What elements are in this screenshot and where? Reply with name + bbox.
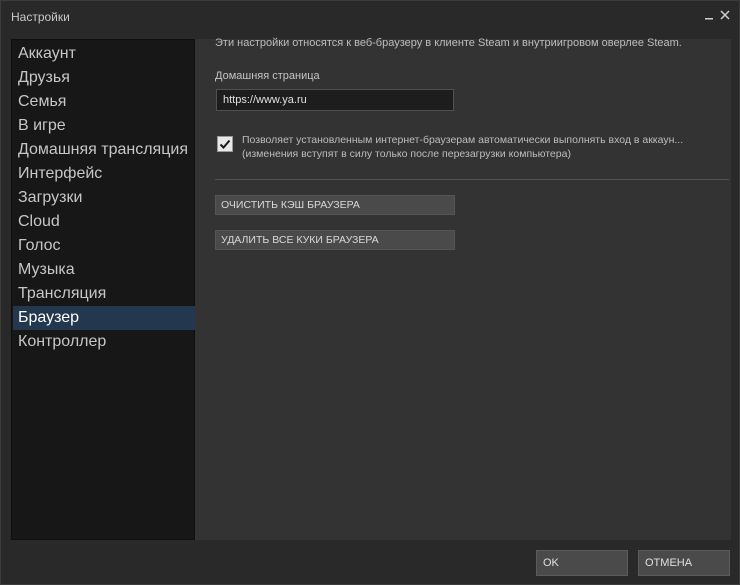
sidebar-item-downloads[interactable]: Загрузки: [13, 186, 195, 210]
panel-description: Эти настройки относятся к веб-браузеру в…: [215, 37, 682, 49]
homepage-input[interactable]: [216, 89, 454, 111]
window-title: Настройки: [11, 10, 70, 24]
browser-settings-panel: Эти настройки относятся к веб-браузеру в…: [195, 37, 731, 540]
sidebar-item-interface[interactable]: Интерфейс: [13, 162, 195, 186]
autologin-line1: Позволяет установленным интернет-браузер…: [242, 134, 684, 146]
homepage-label: Домашняя страница: [215, 70, 320, 82]
title-bar[interactable]: Настройки: [1, 1, 739, 33]
close-icon[interactable]: [717, 7, 733, 25]
section-divider: [215, 179, 729, 180]
autologin-text: Позволяет установленным интернет-браузер…: [242, 133, 722, 161]
sidebar-item-controller[interactable]: Контроллер: [13, 330, 195, 354]
sidebar-item-voice[interactable]: Голос: [13, 234, 195, 258]
settings-window: Настройки Аккаунт Друзья Семья В игре До…: [0, 0, 740, 585]
settings-sidebar: Аккаунт Друзья Семья В игре Домашняя тра…: [11, 39, 195, 540]
sidebar-item-music[interactable]: Музыка: [13, 258, 195, 282]
sidebar-item-browser[interactable]: Браузер: [13, 306, 195, 330]
sidebar-item-account[interactable]: Аккаунт: [13, 42, 195, 66]
checkmark-icon: [219, 139, 231, 149]
sidebar-item-family[interactable]: Семья: [13, 90, 195, 114]
sidebar-item-friends[interactable]: Друзья: [13, 66, 195, 90]
autologin-line2: (изменения вступят в силу только после п…: [242, 148, 571, 160]
sidebar-item-remote-play[interactable]: Домашняя трансляция: [13, 138, 195, 162]
cancel-button[interactable]: ОТМЕНА: [638, 550, 730, 576]
autologin-checkbox[interactable]: [217, 136, 233, 152]
minimize-icon[interactable]: [701, 7, 717, 25]
sidebar-item-broadcast[interactable]: Трансляция: [13, 282, 195, 306]
ok-button[interactable]: OK: [536, 550, 628, 576]
clear-cache-button[interactable]: ОЧИСТИТЬ КЭШ БРАУЗЕРА: [215, 195, 455, 215]
delete-cookies-button[interactable]: УДАЛИТЬ ВСЕ КУКИ БРАУЗЕРА: [215, 230, 455, 250]
sidebar-item-cloud[interactable]: Cloud: [13, 210, 195, 234]
sidebar-item-in-game[interactable]: В игре: [13, 114, 195, 138]
